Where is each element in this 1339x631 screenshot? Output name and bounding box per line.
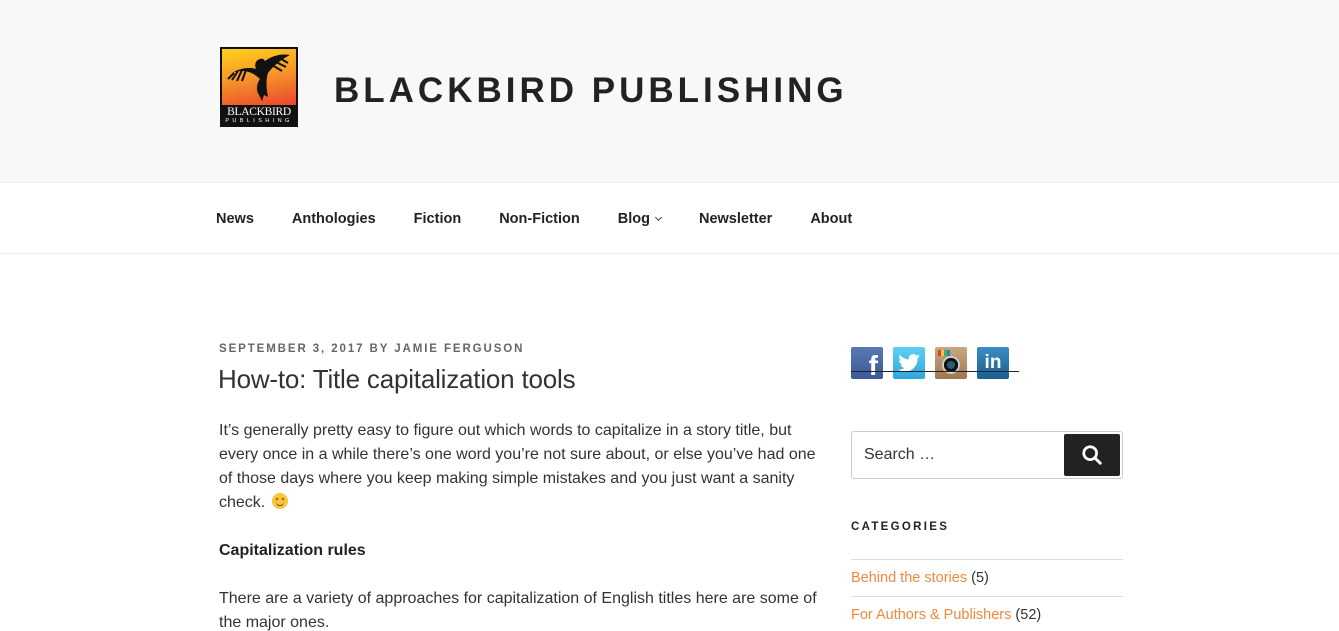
category-count: (52) xyxy=(1015,607,1042,623)
category-link[interactable]: For Authors & Publishers xyxy=(851,607,1011,623)
site-title[interactable]: BLACKBIRD PUBLISHING xyxy=(334,70,848,112)
blackbird-icon xyxy=(227,54,290,101)
search-icon xyxy=(1082,445,1102,465)
category-count: (5) xyxy=(971,570,989,586)
post-date[interactable]: September 3, 2017 xyxy=(219,343,364,355)
nav-label: About xyxy=(810,211,853,227)
categories-title: CATEGORIES xyxy=(851,521,950,533)
search-form xyxy=(851,431,1123,479)
instagram-icon[interactable] xyxy=(935,347,967,379)
twitter-bird-icon xyxy=(898,354,920,372)
post-paragraph: It’s generally pretty easy to figure out… xyxy=(219,419,829,515)
nav-label: News xyxy=(216,211,254,227)
post-by: by xyxy=(369,343,390,355)
nav-label: Anthologies xyxy=(291,211,376,227)
subheading-text: Capitalization rules xyxy=(219,542,366,559)
search-button[interactable] xyxy=(1064,434,1120,476)
category-link[interactable]: Behind the stories xyxy=(851,570,967,586)
twitter-icon[interactable] xyxy=(893,347,925,379)
chevron-down-icon[interactable] xyxy=(654,213,663,222)
nav-item-blog[interactable]: Blog xyxy=(617,211,663,227)
category-item: For Authors & Publishers (52) xyxy=(851,596,1123,631)
social-underline xyxy=(851,371,1019,372)
social-links: f in xyxy=(851,347,1019,379)
nav-item-anthologies[interactable]: Anthologies xyxy=(292,211,376,227)
logo-text-blackbird: BLACKBIRD xyxy=(227,106,291,118)
site-header: BLACKBIRD PUBLISHING BLACKBIRD PUBLISHIN… xyxy=(0,0,1339,183)
instagram-stripe xyxy=(938,350,950,356)
post-meta: September 3, 2017 by Jamie Ferguson xyxy=(219,343,524,355)
main-navigation: News Anthologies Fiction Non-Fiction Blo… xyxy=(0,184,1339,254)
post-title: How-to: Title capitalization tools xyxy=(218,364,576,394)
facebook-glyph: f xyxy=(868,350,878,379)
facebook-icon[interactable]: f xyxy=(851,347,883,379)
post-paragraph: There are a variety of approaches for ca… xyxy=(219,590,817,631)
nav-item-non-fiction[interactable]: Non-Fiction xyxy=(499,211,580,227)
paragraph-text: It’s generally pretty easy to figure out… xyxy=(219,422,816,511)
nav-label: Fiction xyxy=(413,211,462,227)
search-input[interactable] xyxy=(864,432,1064,478)
logo-artwork xyxy=(222,49,296,105)
post-subheading: Capitalization rules xyxy=(219,539,829,563)
smiley-face-icon xyxy=(271,493,288,509)
nav-label: Non-Fiction xyxy=(499,211,580,227)
logo-text-publishing: PUBLISHING xyxy=(225,118,293,124)
post-author[interactable]: Jamie Ferguson xyxy=(394,343,524,355)
site-logo[interactable]: BLACKBIRD PUBLISHING xyxy=(220,47,298,127)
categories-list: Behind the stories (5) For Authors & Pub… xyxy=(851,559,1123,631)
nav-item-fiction[interactable]: Fiction xyxy=(414,211,462,227)
category-item: Behind the stories (5) xyxy=(851,559,1123,596)
nav-label: Blog xyxy=(617,211,650,227)
nav-item-about[interactable]: About xyxy=(810,211,852,227)
post-content: It’s generally pretty easy to figure out… xyxy=(219,419,829,631)
nav-item-newsletter[interactable]: Newsletter xyxy=(699,211,772,227)
nav-label: Newsletter xyxy=(698,211,773,227)
nav-item-news[interactable]: News xyxy=(216,211,254,227)
linkedin-icon[interactable]: in xyxy=(977,347,1009,379)
